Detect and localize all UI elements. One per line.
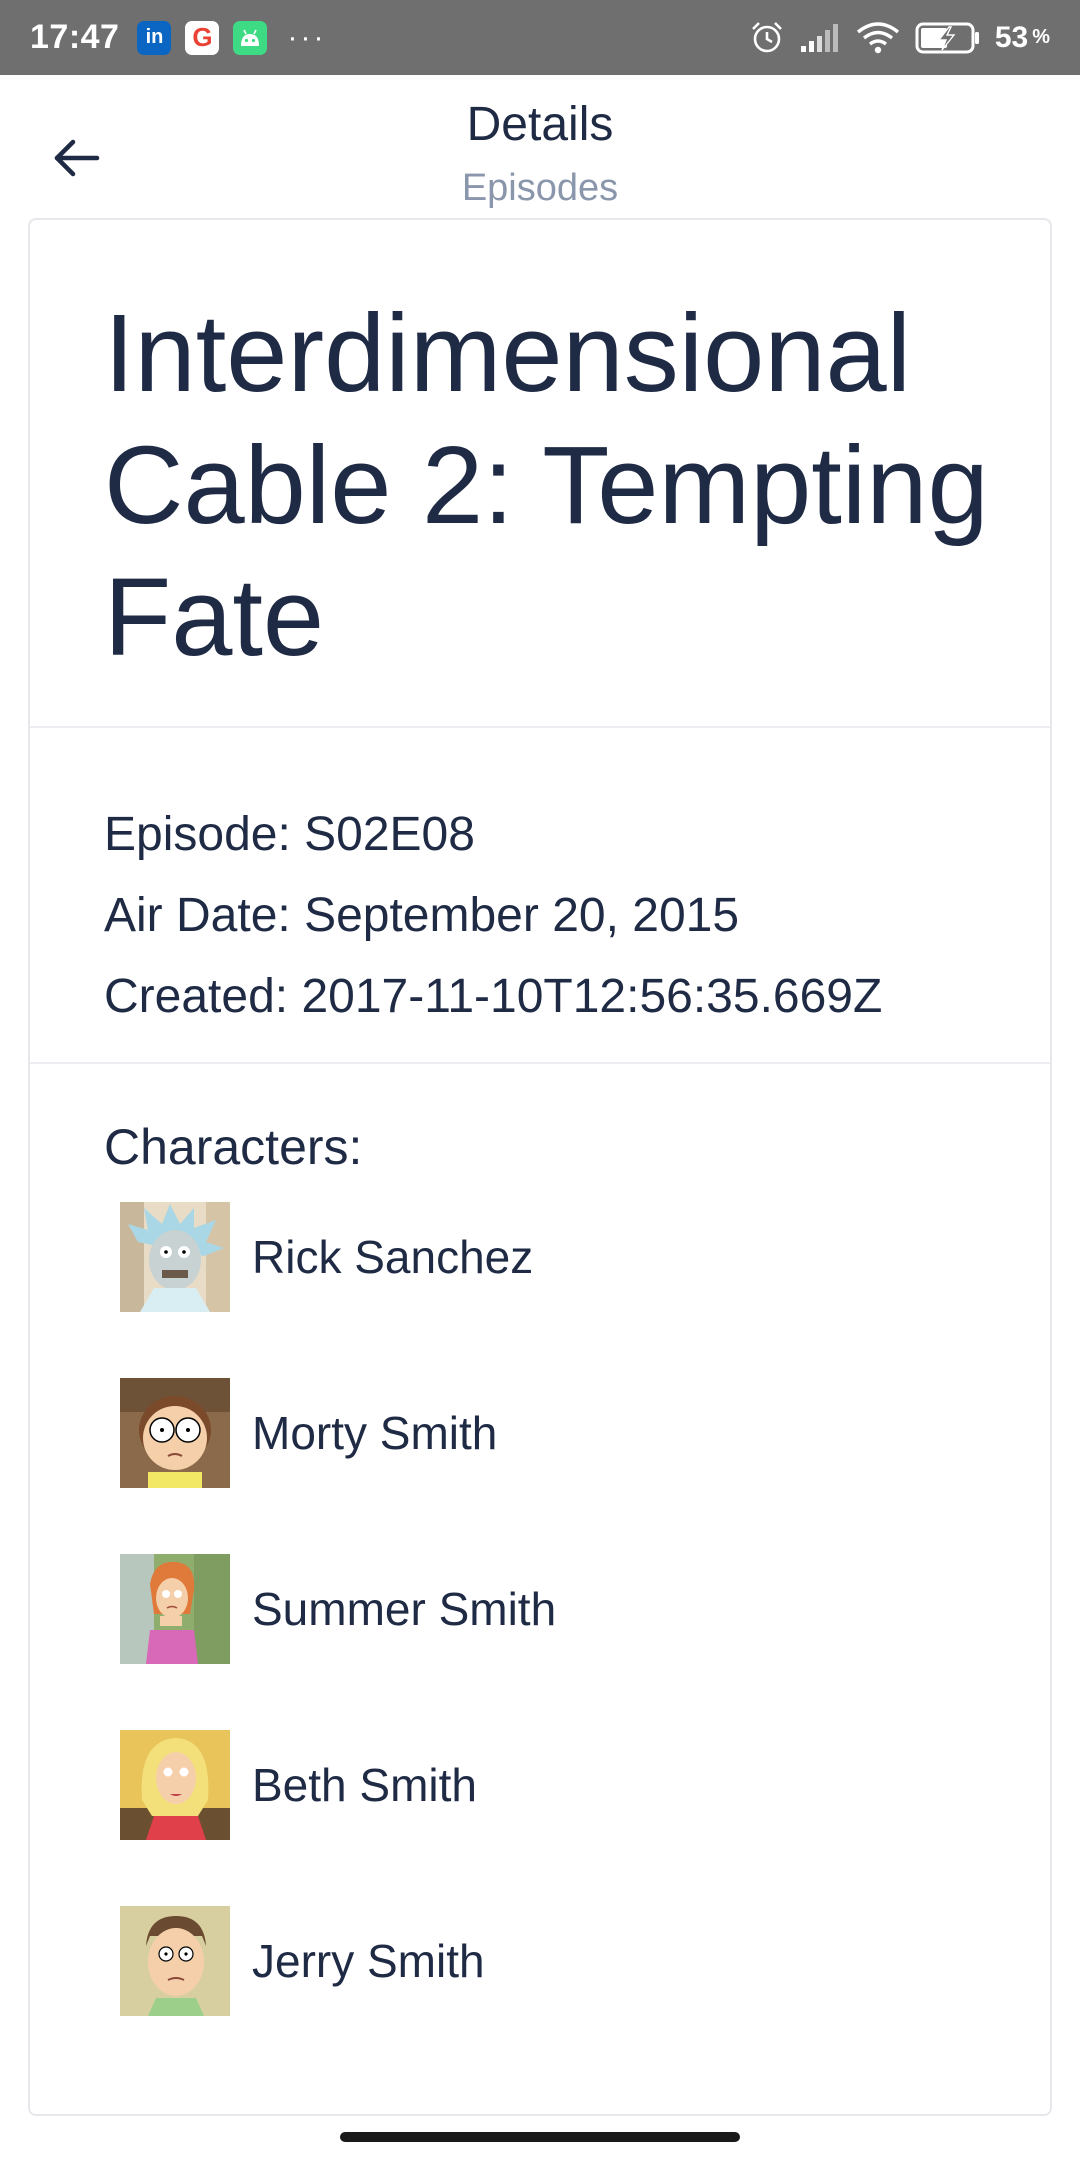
linkedin-icon: in [137,20,172,55]
alarm-icon [749,20,785,56]
rick-avatar [120,1202,230,1312]
character-item-beth-smith[interactable]: Beth Smith [104,1730,1050,1906]
beth-avatar [120,1730,230,1840]
status-bar-left: 17:47 in G ··· [30,18,326,57]
character-item-morty-smith[interactable]: Morty Smith [104,1378,1050,1554]
characters-heading: Characters: [104,1119,363,1175]
characters-section: Characters: Rick Sanchez Morty Smith Sum… [30,1064,1050,2082]
app-header: Details Episodes [0,75,1080,220]
status-bar-right: 53 % [735,20,1050,56]
status-bar: 17:47 in G ··· 53 % [0,0,1080,75]
jerry-avatar [120,1906,230,2016]
episode-info-section: Episode: S02E08 Air Date: September 20, … [30,728,1050,1064]
signal-icon [799,22,841,54]
character-name: Morty Smith [252,1407,498,1459]
wifi-icon [855,21,901,55]
character-list: Rick Sanchez Morty Smith Summer Smith Be… [104,1202,1050,2082]
character-item-summer-smith[interactable]: Summer Smith [104,1554,1050,1730]
google-icon: G [185,20,220,55]
episode-card: Interdimensional Cable 2: Tempting Fate … [28,218,1052,2116]
episode-title-section: Interdimensional Cable 2: Tempting Fate [30,220,1050,728]
battery-percent: 53 [994,20,1029,54]
character-name: Summer Smith [252,1583,557,1635]
summer-avatar [120,1554,230,1664]
character-name: Jerry Smith [252,1935,485,1987]
home-indicator[interactable] [340,2132,740,2142]
page-title: Details [466,98,614,151]
status-time: 17:47 [30,18,120,56]
episode-name: Interdimensional Cable 2: Tempting Fate [104,292,989,679]
morty-avatar [120,1378,230,1488]
created-date: Created: 2017-11-10T12:56:35.669Z [104,970,883,1023]
episode-code: Episode: S02E08 [104,808,475,861]
more-notifications-icon: ··· [287,20,327,54]
air-date: Air Date: September 20, 2015 [104,889,740,942]
character-item-jerry-smith[interactable]: Jerry Smith [104,1906,1050,2082]
character-item-rick-sanchez[interactable]: Rick Sanchez [104,1202,1050,1378]
battery-unit: % [1032,26,1050,48]
character-name: Rick Sanchez [252,1231,534,1283]
page-subtitle: Episodes [461,167,619,209]
battery-charging-icon [915,21,981,55]
android-icon [233,20,268,55]
character-name: Beth Smith [252,1759,477,1811]
